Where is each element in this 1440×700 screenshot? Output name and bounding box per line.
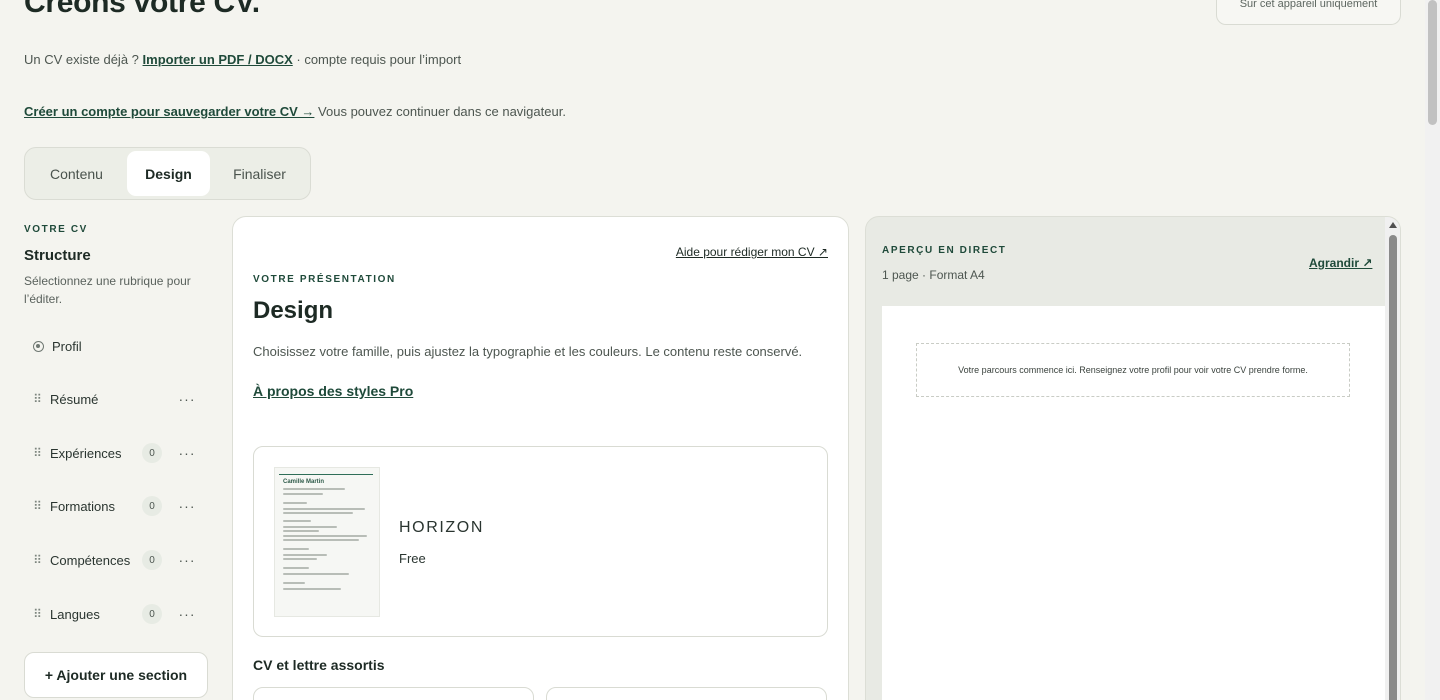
import-line: Un CV existe déjà ? Importer un PDF / DO… <box>24 52 461 67</box>
matching-template-card[interactable] <box>253 687 534 700</box>
page-title: Créons votre CV. <box>24 0 260 19</box>
drag-handle-icon[interactable]: ⠿ <box>24 446 50 460</box>
drag-handle-icon[interactable]: ⠿ <box>24 607 50 621</box>
sidebar-item-profil[interactable]: Profil <box>24 328 208 364</box>
template-card-horizon[interactable]: Camille Martin HORIZON Free <box>253 446 828 637</box>
cv-preview-sheet: Votre parcours commence ici. Renseignez … <box>882 306 1385 700</box>
drag-handle-icon[interactable]: ⠿ <box>24 553 50 567</box>
template-thumbnail: Camille Martin <box>274 467 380 617</box>
sidebar-item-label: Formations <box>50 498 116 514</box>
more-options-icon[interactable]: ··· <box>176 552 198 568</box>
cv-help-link[interactable]: Aide pour rédiger mon CV ↗ <box>676 245 828 259</box>
count-badge: 0 <box>142 496 162 516</box>
sidebar-item-langues[interactable]: ⠿ Langues 0 ··· <box>24 596 208 632</box>
add-section-button[interactable]: + Ajouter une section <box>24 652 208 698</box>
preview-scroll-thumb[interactable] <box>1389 235 1397 700</box>
more-options-icon[interactable]: ··· <box>176 391 198 407</box>
sidebar-item-label: Profil <box>52 338 82 354</box>
device-storage-badge[interactable]: Sur cet appareil uniquement <box>1216 0 1401 25</box>
preview-eyebrow: APERÇU EN DIRECT <box>882 245 1007 256</box>
page-scroll-thumb[interactable] <box>1428 0 1437 125</box>
page-scrollbar[interactable] <box>1425 0 1440 700</box>
sidebar-description: Sélectionnez une rubrique pour l’éditer. <box>24 274 191 306</box>
drag-handle-icon[interactable]: ⠿ <box>24 392 50 406</box>
sidebar-item-experiences[interactable]: ⠿ Expériences 0 ··· <box>24 435 208 471</box>
sidebar-title: Structure <box>24 247 91 264</box>
sidebar-item-label: Résumé <box>50 391 99 407</box>
create-account-link[interactable]: Créer un compte pour sauvegarder votre C… <box>24 104 314 119</box>
design-panel: Aide pour rédiger mon CV ↗ VOTRE PRÉSENT… <box>232 216 849 700</box>
drag-handle-icon[interactable]: ⠿ <box>24 499 50 513</box>
radio-icon <box>33 340 44 352</box>
import-suffix: · compte requis pour l’import <box>296 52 462 67</box>
count-badge: 0 <box>142 550 162 570</box>
account-line: Créer un compte pour sauvegarder votre C… <box>24 104 566 119</box>
design-title: Design <box>253 297 334 324</box>
step-tabs: Contenu Design Finaliser <box>24 147 311 200</box>
sidebar-item-label: Expériences <box>50 445 122 461</box>
pro-styles-link[interactable]: À propos des styles Pro <box>253 383 413 399</box>
matching-cv-letter-title: CV et lettre assortis <box>253 657 385 673</box>
count-badge: 0 <box>142 443 162 463</box>
count-badge: 0 <box>142 604 162 624</box>
template-tier: Free <box>399 551 426 566</box>
more-options-icon[interactable]: ··· <box>176 498 198 514</box>
design-eyebrow: VOTRE PRÉSENTATION <box>253 274 396 285</box>
device-badge-label: Sur cet appareil uniquement <box>1239 0 1378 10</box>
tab-design[interactable]: Design <box>126 151 211 196</box>
sidebar-item-label: Langues <box>50 606 100 622</box>
sidebar-item-formations[interactable]: ⠿ Formations 0 ··· <box>24 488 208 524</box>
live-preview-panel: APERÇU EN DIRECT 1 page · Format A4 Agra… <box>865 216 1401 700</box>
preview-meta: 1 page · Format A4 <box>882 268 985 282</box>
import-file-link[interactable]: Importer un PDF / DOCX <box>143 52 293 67</box>
enlarge-preview-link[interactable]: Agrandir ↗ <box>1309 256 1372 270</box>
tab-finaliser[interactable]: Finaliser <box>212 151 307 196</box>
matching-template-card[interactable] <box>546 687 827 700</box>
account-suffix: Vous pouvez continuer dans ce navigateur… <box>318 104 566 119</box>
sidebar-item-competences[interactable]: ⠿ Compétences 0 ··· <box>24 542 208 578</box>
more-options-icon[interactable]: ··· <box>176 606 198 622</box>
sidebar-item-label: Compétences <box>50 552 131 568</box>
sidebar-eyebrow: VOTRE CV <box>24 224 88 235</box>
more-options-icon[interactable]: ··· <box>176 445 198 461</box>
template-name: HORIZON <box>399 519 484 536</box>
sidebar-item-resume[interactable]: ⠿ Résumé ··· <box>24 381 208 417</box>
tab-contenu[interactable]: Contenu <box>28 151 125 196</box>
empty-cv-placeholder: Votre parcours commence ici. Renseignez … <box>916 343 1350 397</box>
scroll-up-icon[interactable] <box>1389 222 1397 228</box>
structure-sidebar: VOTRE CV Structure Sélectionnez une rubr… <box>24 224 214 698</box>
design-description: Choisissez votre famille, puis ajustez l… <box>253 344 803 359</box>
import-prefix: Un CV existe déjà ? <box>24 52 139 67</box>
thumbnail-name: Camille Martin <box>283 479 325 485</box>
preview-scrollbar[interactable] <box>1385 217 1400 700</box>
